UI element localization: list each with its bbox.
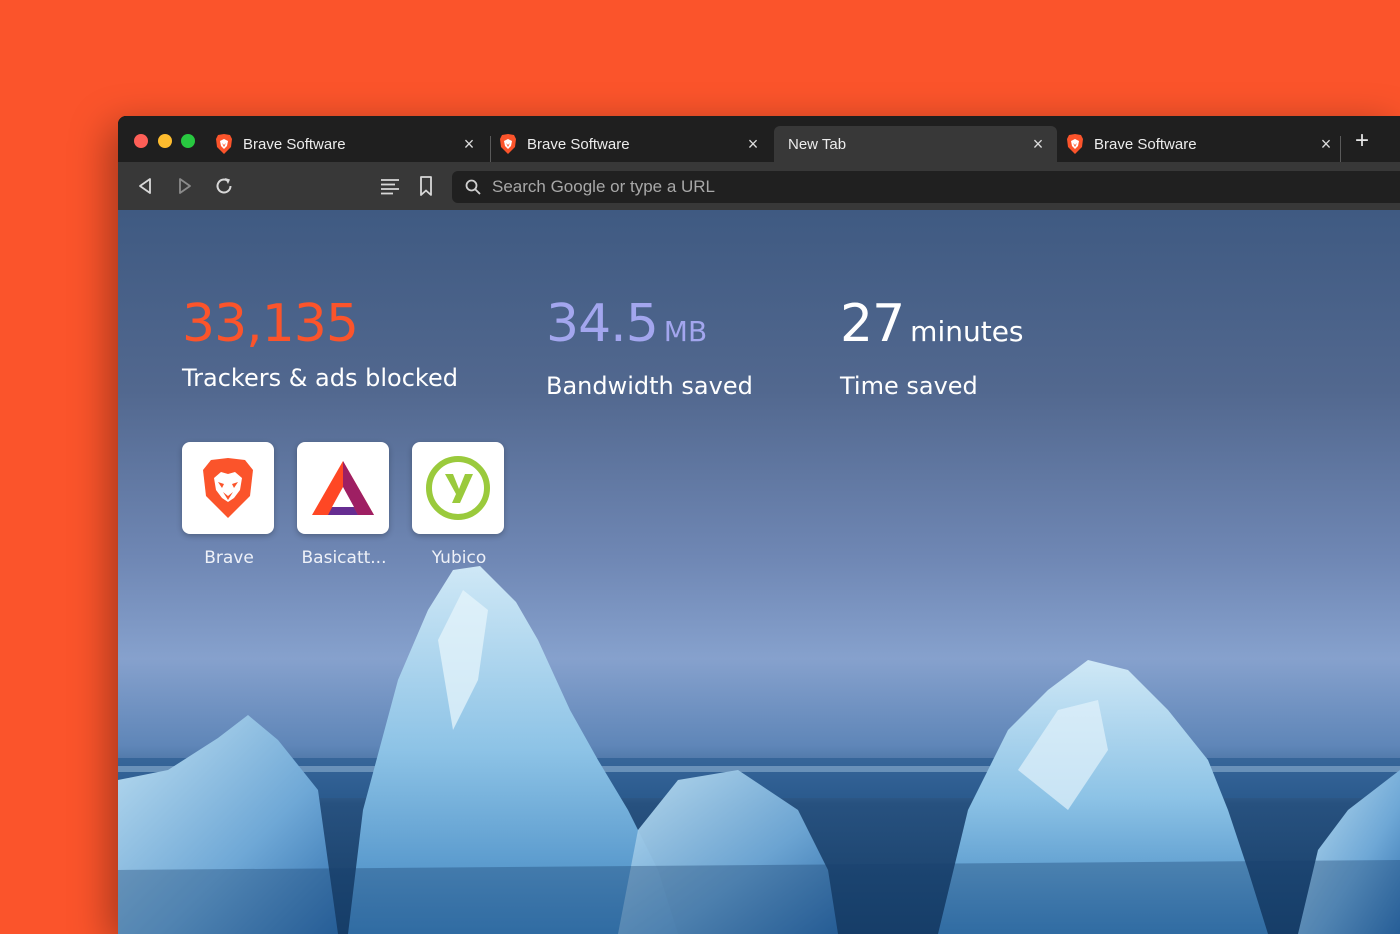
forward-icon[interactable] [172, 174, 196, 198]
address-bar[interactable] [452, 171, 1400, 203]
close-tab-icon[interactable]: × [460, 135, 478, 153]
close-tab-icon[interactable]: × [744, 135, 762, 153]
tab-separator [1340, 136, 1341, 162]
reader-mode-icon[interactable] [378, 174, 402, 198]
reload-icon[interactable] [212, 174, 236, 198]
trackers-count: 33,135 [182, 294, 359, 354]
top-site-name: Yubico [431, 548, 487, 568]
top-site-name: Brave [204, 548, 254, 568]
trackers-label: Trackers & ads blocked [182, 364, 458, 392]
tab-4[interactable]: Brave Software × [1065, 126, 1345, 162]
top-site-yubico[interactable]: Yubico [412, 442, 506, 568]
browser-window: Brave Software × Brave Software × New Ta… [118, 116, 1400, 934]
top-site-basicattention[interactable]: Basicatt... [297, 442, 391, 568]
tab-title: Brave Software [527, 135, 630, 153]
top-site-brave[interactable]: Brave [182, 442, 276, 568]
tab-title: Brave Software [1094, 135, 1197, 153]
new-tab-plus-icon[interactable]: + [1352, 129, 1372, 153]
top-site-name: Basicatt... [301, 548, 387, 568]
time-label: Time saved [840, 372, 978, 400]
brave-lion-icon [1065, 133, 1085, 155]
bandwidth-unit: MB [663, 315, 708, 348]
minimize-window-button[interactable] [158, 134, 172, 148]
tab-1[interactable]: Brave Software × [214, 126, 488, 162]
back-icon[interactable] [134, 174, 158, 198]
bandwidth-saved-stat: 34.5 MB Bandwidth saved [546, 296, 753, 400]
time-value: 27 [840, 294, 905, 354]
trackers-blocked-stat: 33,135 Trackers & ads blocked [182, 296, 458, 392]
time-unit: minutes [910, 315, 1024, 348]
search-icon [464, 178, 482, 196]
brave-lion-icon[interactable] [182, 442, 274, 534]
yubico-icon[interactable] [412, 442, 504, 534]
tab-2[interactable]: Brave Software × [498, 126, 772, 162]
close-window-button[interactable] [134, 134, 148, 148]
bandwidth-label: Bandwidth saved [546, 372, 753, 400]
brave-lion-icon [214, 133, 234, 155]
close-tab-icon[interactable]: × [1029, 135, 1047, 153]
tab-strip: Brave Software × Brave Software × New Ta… [118, 116, 1400, 162]
bandwidth-value: 34.5 [546, 294, 659, 354]
tab-title: New Tab [788, 135, 847, 153]
toolbar [118, 162, 1400, 210]
tab-title: Brave Software [243, 135, 346, 153]
close-tab-icon[interactable]: × [1317, 135, 1335, 153]
maximize-window-button[interactable] [181, 134, 195, 148]
tab-separator [490, 136, 491, 162]
new-tab-page: 33,135 Trackers & ads blocked 34.5 MB Ban… [118, 210, 1400, 934]
brave-lion-icon [498, 133, 518, 155]
time-saved-stat: 27 minutes Time saved [840, 296, 1024, 400]
tab-new-tab[interactable]: New Tab × [774, 126, 1057, 162]
url-input[interactable] [492, 171, 1292, 203]
bat-triangle-icon[interactable] [297, 442, 389, 534]
bookmark-icon[interactable] [414, 174, 438, 198]
